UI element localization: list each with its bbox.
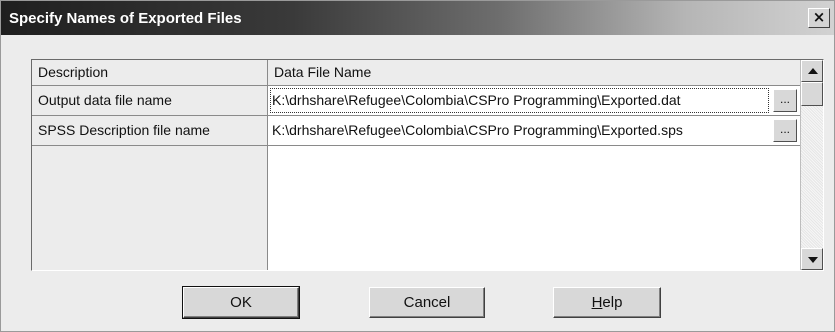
column-header-description: Description: [32, 60, 268, 85]
help-hotkey: H: [591, 294, 603, 311]
table-row: Output data file name K:\drhshare\Refuge…: [32, 86, 800, 116]
table-row: SPSS Description file name K:\drhshare\R…: [32, 116, 800, 146]
export-files-dialog: Specify Names of Exported Files × Descri…: [0, 0, 835, 332]
column-header-data-file-name: Data File Name: [274, 64, 372, 80]
scroll-down-button[interactable]: [801, 248, 823, 270]
grid-header-row: Description Data File Name: [32, 60, 800, 86]
output-data-file-field[interactable]: K:\drhshare\Refugee\Colombia\CSPro Progr…: [268, 86, 771, 115]
vertical-scrollbar[interactable]: [800, 60, 823, 270]
row-description: SPSS Description file name: [32, 116, 268, 145]
title-bar[interactable]: Specify Names of Exported Files ×: [1, 1, 834, 35]
grid-body: Description Data File Name Output data f…: [32, 60, 800, 270]
row-description: Output data file name: [32, 86, 268, 115]
spss-description-file-field[interactable]: K:\drhshare\Refugee\Colombia\CSPro Progr…: [268, 116, 771, 145]
browse-output-data-button[interactable]: ...: [773, 89, 797, 112]
help-label-rest: elp: [602, 294, 623, 311]
triangle-down-icon: [808, 257, 818, 263]
browse-spss-description-button[interactable]: ...: [773, 119, 797, 142]
close-icon: ×: [812, 8, 826, 26]
ok-button[interactable]: OK: [182, 286, 300, 319]
triangle-up-icon: [808, 68, 818, 74]
help-button[interactable]: Help: [553, 287, 661, 318]
scroll-thumb[interactable]: [801, 82, 823, 106]
file-names-grid: Description Data File Name Output data f…: [31, 59, 824, 271]
close-button[interactable]: ×: [808, 8, 830, 28]
window-title: Specify Names of Exported Files: [9, 10, 242, 27]
cancel-button[interactable]: Cancel: [369, 287, 485, 318]
scroll-up-button[interactable]: [801, 60, 823, 82]
